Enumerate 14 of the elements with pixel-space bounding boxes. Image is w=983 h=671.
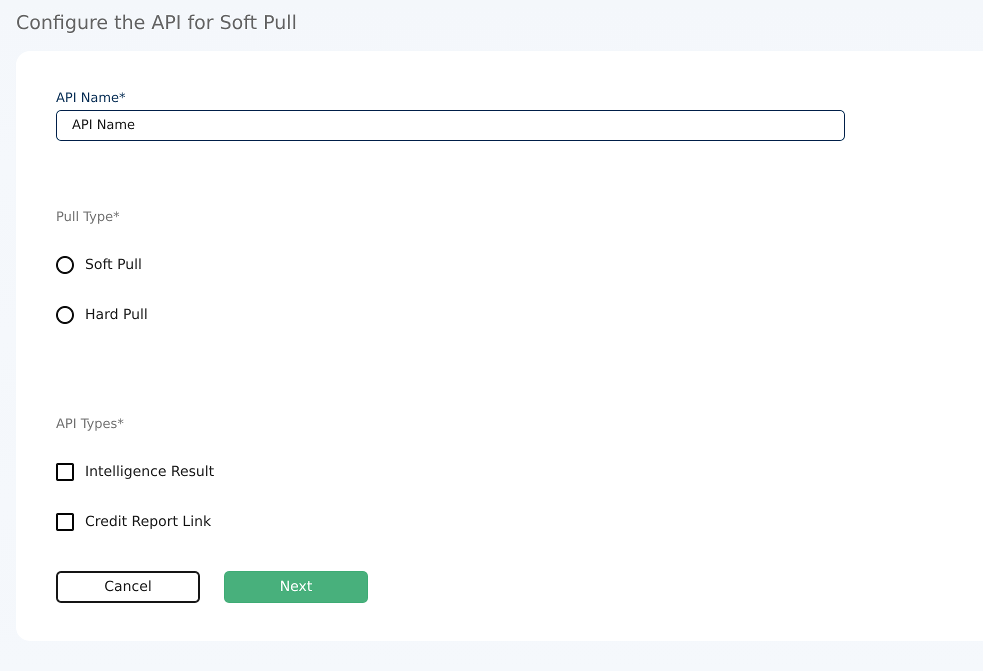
cancel-button[interactable]: Cancel xyxy=(56,571,200,603)
page-title: Configure the API for Soft Pull xyxy=(16,11,298,36)
field-label: Pull Type* xyxy=(56,209,121,227)
checkbox[interactable] xyxy=(56,463,74,481)
option-label: Intelligence Result xyxy=(85,464,214,480)
checkbox[interactable] xyxy=(56,513,74,531)
field-label: API Name* xyxy=(56,90,127,108)
option-label: Hard Pull xyxy=(85,307,148,323)
option-label: Credit Report Link xyxy=(85,514,212,530)
radio-button[interactable] xyxy=(56,256,74,274)
api-name-field[interactable]: API Name xyxy=(56,110,845,141)
option-label: Soft Pull xyxy=(85,257,142,273)
radio-button[interactable] xyxy=(56,306,74,324)
field-label: API Types* xyxy=(56,416,125,434)
